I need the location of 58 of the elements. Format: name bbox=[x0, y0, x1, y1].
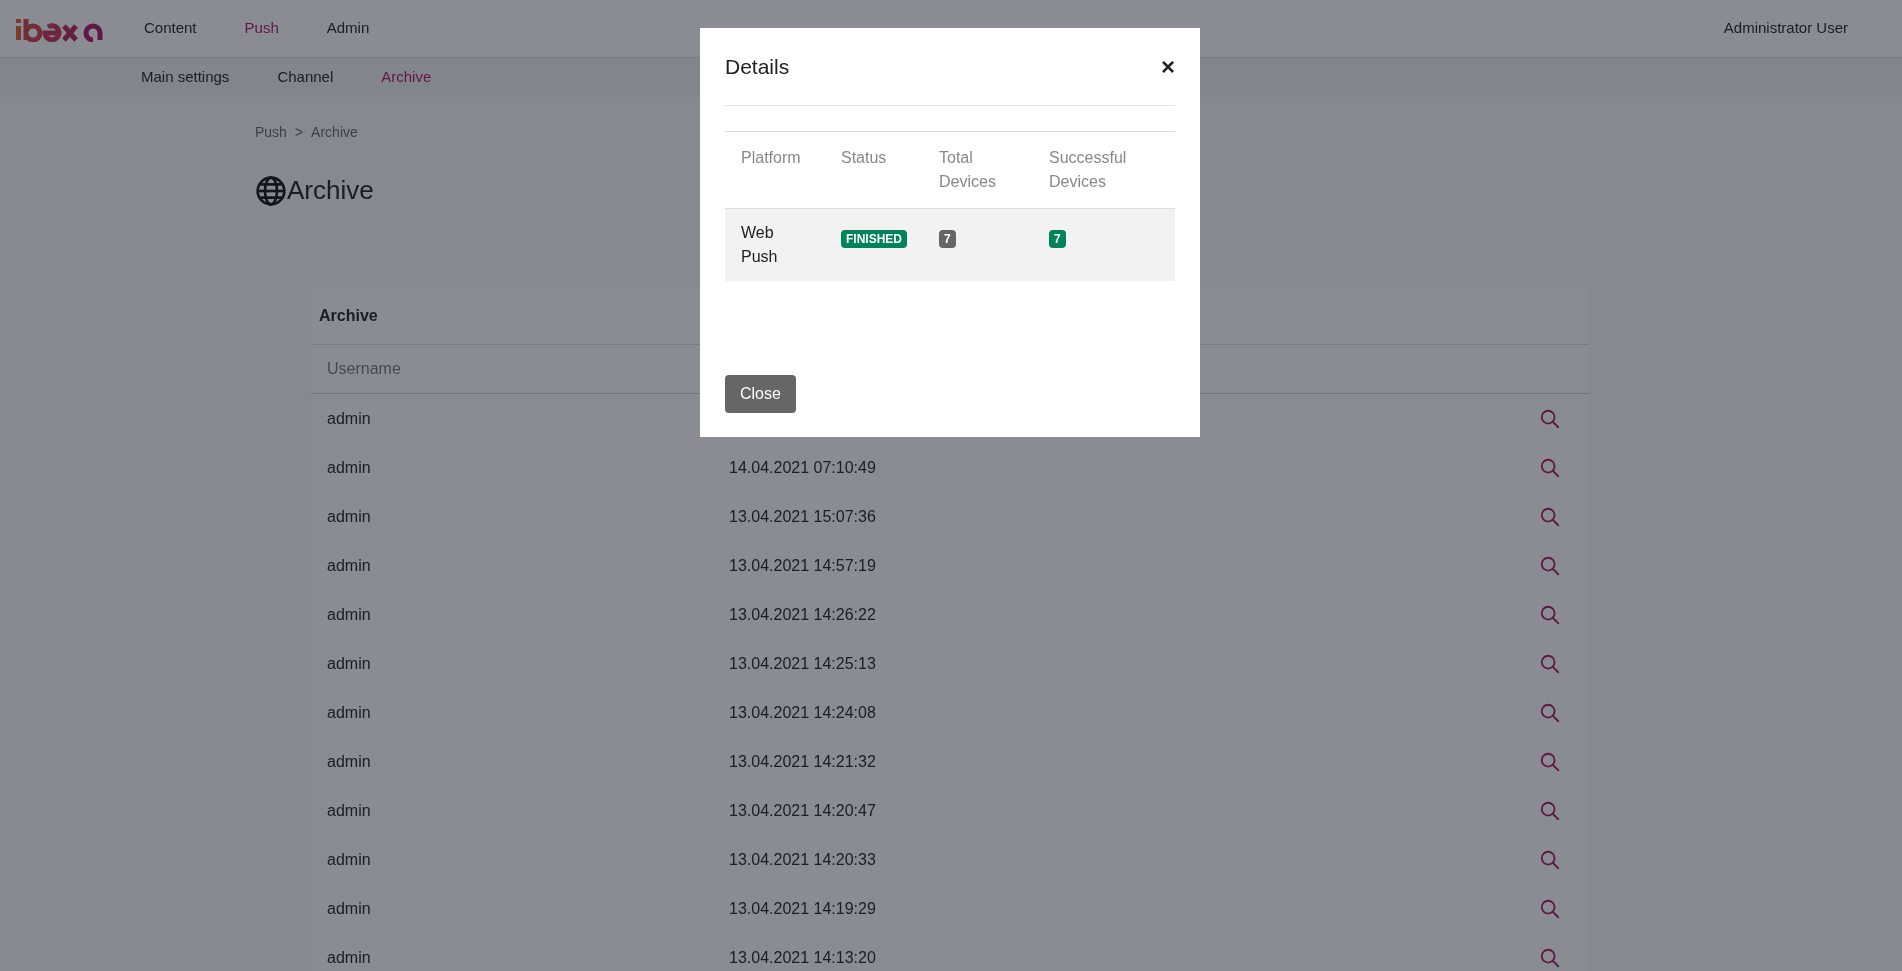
search-icon[interactable] bbox=[1539, 897, 1561, 920]
date-cell-text: 13.04.2021 14:25:13 bbox=[729, 653, 876, 674]
column-header: Successful Devices bbox=[1033, 131, 1175, 209]
nav-link[interactable]: Push bbox=[244, 17, 279, 40]
nav-link[interactable]: Admin bbox=[326, 17, 370, 40]
dialog-title: Details bbox=[725, 53, 790, 80]
platform-cell: Web Push bbox=[741, 224, 778, 265]
search-icon[interactable] bbox=[1539, 505, 1561, 528]
breadcrumb-item[interactable]: Push bbox=[255, 122, 287, 143]
column-header: Total Devices bbox=[923, 131, 1033, 209]
username-cell-text: admin bbox=[327, 457, 372, 478]
column-header: Platform bbox=[725, 131, 825, 209]
search-icon[interactable] bbox=[1539, 603, 1561, 626]
search-icon[interactable] bbox=[1539, 701, 1561, 724]
search-icon[interactable] bbox=[1539, 554, 1561, 577]
user-name[interactable]: Administrator User bbox=[1723, 17, 1848, 40]
count-badge: FINISHED bbox=[841, 230, 907, 248]
search-icon[interactable] bbox=[1539, 848, 1561, 871]
page-title: Archive bbox=[287, 174, 374, 207]
date-cell-text: 13.04.2021 14:20:47 bbox=[729, 800, 876, 821]
date-cell-text: 13.04.2021 14:26:22 bbox=[729, 604, 876, 625]
breadcrumb-item: > bbox=[294, 123, 304, 142]
search-icon[interactable] bbox=[1539, 456, 1561, 479]
breadcrumb-item[interactable]: Archive bbox=[311, 122, 358, 143]
count-badge: 7 bbox=[1049, 230, 1066, 248]
username-cell-text: admin bbox=[327, 653, 372, 674]
date-cell-text: 13.04.2021 14:20:33 bbox=[729, 849, 876, 870]
globe-icon bbox=[255, 174, 287, 207]
date-cell-text: 13.04.2021 14:21:32 bbox=[729, 751, 876, 772]
search-icon[interactable] bbox=[1539, 750, 1561, 773]
username-cell-text: admin bbox=[327, 849, 372, 870]
username-cell-text: admin bbox=[327, 947, 372, 968]
date-cell-text: 13.04.2021 15:07:36 bbox=[729, 506, 876, 527]
date-cell-text: 13.04.2021 14:19:29 bbox=[729, 898, 876, 919]
username-cell-text: admin bbox=[327, 702, 372, 723]
column-header: Username bbox=[327, 359, 401, 379]
date-cell-text: 13.04.2021 14:13:20 bbox=[729, 947, 876, 968]
date-cell-text: 13.04.2021 14:57:19 bbox=[729, 555, 876, 576]
search-icon[interactable] bbox=[1539, 799, 1561, 822]
date-cell-text: 13.04.2021 14:24:08 bbox=[729, 702, 876, 723]
count-badge: 7 bbox=[939, 230, 956, 248]
username-cell-text: admin bbox=[327, 408, 372, 429]
subnav-link[interactable]: Channel bbox=[277, 66, 334, 89]
subnav-link[interactable]: Main settings bbox=[141, 66, 230, 89]
date-cell-text: 14.04.2021 07:10:49 bbox=[729, 457, 876, 478]
search-icon[interactable] bbox=[1539, 652, 1561, 675]
column-header: Status bbox=[825, 131, 923, 209]
username-cell-text: admin bbox=[327, 898, 372, 919]
search-icon[interactable] bbox=[1539, 946, 1561, 969]
subnav-link[interactable]: Archive bbox=[381, 66, 432, 89]
nav-link[interactable]: Content bbox=[144, 17, 197, 40]
username-cell-text: admin bbox=[327, 800, 372, 821]
close-button[interactable]: Close bbox=[725, 375, 796, 413]
search-icon[interactable] bbox=[1539, 407, 1561, 430]
username-cell-text: admin bbox=[327, 506, 372, 527]
username-cell-text: admin bbox=[327, 555, 372, 576]
username-cell-text: admin bbox=[327, 604, 372, 625]
username-cell-text: admin bbox=[327, 751, 372, 772]
